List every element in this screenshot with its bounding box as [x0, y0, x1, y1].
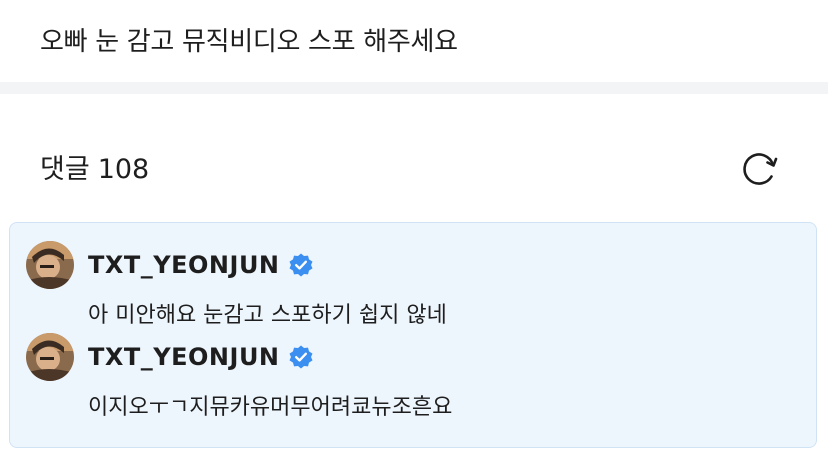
- comment-item[interactable]: TXT_YEONJUN 아 미안해요 눈감고 스포하기 쉽지 않네: [26, 241, 796, 341]
- comment-text: 이지오ㅜㄱ지뮤카유머무어려쿄뉴조흔요: [88, 395, 453, 420]
- comments-header: 댓글 108: [0, 140, 828, 200]
- highlighted-comments: TXT_YEONJUN 아 미안해요 눈감고 스포하기 쉽지 않네 TXT_YE…: [9, 222, 817, 448]
- avatar[interactable]: [26, 333, 74, 381]
- author-name[interactable]: TXT_YEONJUN: [88, 251, 280, 279]
- section-divider: [0, 82, 828, 94]
- author-row: TXT_YEONJUN: [88, 247, 314, 283]
- comments-label: 댓글: [40, 154, 90, 185]
- verified-badge-icon: [288, 252, 314, 278]
- author-name[interactable]: TXT_YEONJUN: [88, 343, 280, 371]
- comments-count: 108: [97, 154, 150, 185]
- comments-title: 댓글 108: [40, 150, 149, 190]
- verified-badge-icon: [288, 344, 314, 370]
- post-text: 오빠 눈 감고 뮤직비디오 스포 해주세요: [40, 27, 458, 57]
- refresh-icon: [740, 148, 780, 192]
- comment-text: 아 미안해요 눈감고 스포하기 쉽지 않네: [88, 303, 447, 328]
- author-row: TXT_YEONJUN: [88, 339, 314, 375]
- avatar[interactable]: [26, 241, 74, 289]
- refresh-button[interactable]: [738, 148, 782, 192]
- comment-item[interactable]: TXT_YEONJUN 이지오ㅜㄱ지뮤카유머무어려쿄뉴조흔요: [26, 333, 796, 433]
